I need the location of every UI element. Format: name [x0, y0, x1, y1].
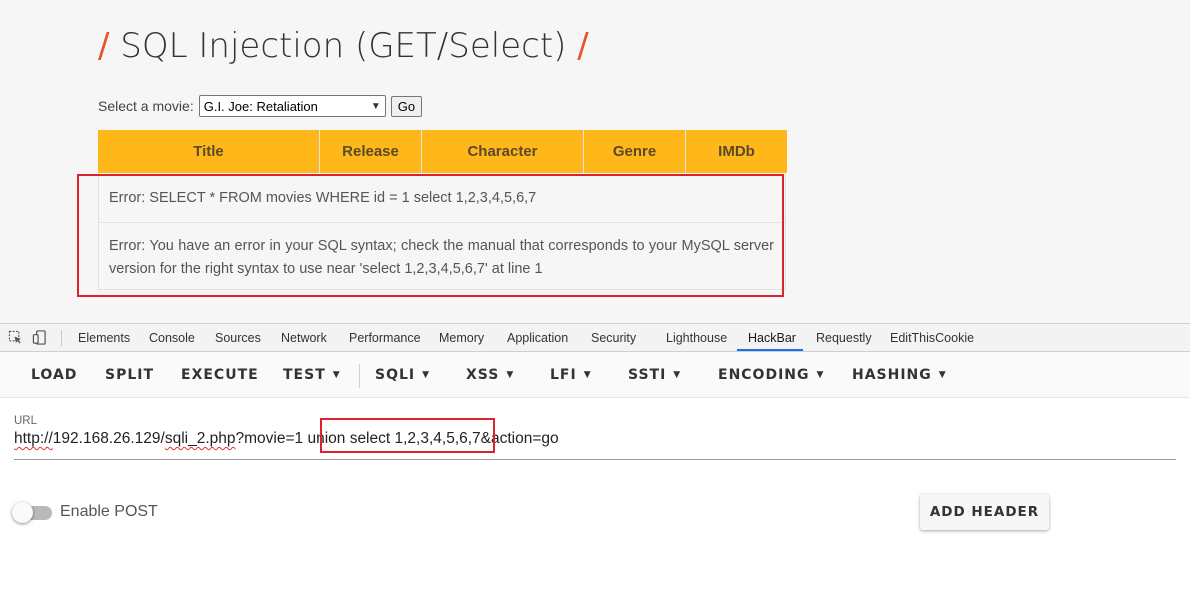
active-tab-indicator [737, 349, 803, 351]
test-label: TEST [283, 367, 326, 383]
table-header-row: Title Release Character Genre IMDb [98, 130, 787, 173]
column-header-character: Character [421, 130, 584, 173]
title-slash-right: / [577, 26, 589, 66]
tab-application[interactable]: Application [507, 331, 568, 345]
title-slash-left: / [98, 26, 110, 66]
error-message-syntax: Error: You have an error in your SQL syn… [109, 238, 774, 277]
load-button[interactable]: LOAD [31, 367, 77, 383]
url-label: URL [14, 415, 38, 427]
caret-down-icon: ▼ [583, 370, 592, 380]
devtools-separator [61, 330, 62, 346]
column-header-imdb: IMDb [685, 130, 787, 173]
encoding-label: ENCODING [718, 367, 810, 383]
tab-hackbar[interactable]: HackBar [748, 331, 796, 345]
column-header-title: Title [98, 130, 320, 173]
devtools-tabbar: Elements Console Sources Network Perform… [0, 323, 1190, 352]
select-label: Select a movie: [98, 98, 194, 114]
caret-down-icon: ▼ [332, 370, 341, 380]
tab-memory[interactable]: Memory [439, 331, 484, 345]
url-query: ?movie=1 union select 1,2,3,4,5,6,7&acti… [235, 430, 559, 447]
url-path: sqli_2.php [164, 430, 236, 447]
url-underline [14, 459, 1176, 460]
url-scheme: http:// [14, 430, 53, 447]
enable-post-label: Enable POST [60, 503, 158, 520]
xss-label: XSS [466, 367, 500, 383]
caret-down-icon: ▼ [422, 370, 431, 380]
inspect-element-icon[interactable] [8, 330, 23, 345]
tab-console[interactable]: Console [149, 331, 195, 345]
test-menu-button[interactable]: TEST ▼ [283, 367, 341, 383]
go-button[interactable]: Go [390, 95, 423, 117]
lfi-label: LFI [550, 367, 577, 383]
movies-table: Title Release Character Genre IMDb [98, 130, 787, 173]
url-host: 192.168.26.129/ [52, 430, 165, 447]
hashing-label: HASHING [852, 367, 932, 383]
url-input[interactable]: http://192.168.26.129/sqli_2.php?movie=1… [14, 430, 559, 448]
sqli-menu-button[interactable]: SQLI ▼ [375, 367, 430, 383]
add-header-button[interactable]: ADD HEADER [920, 494, 1049, 530]
web-page: / SQL Injection (GET/Select) / Select a … [0, 0, 1190, 323]
execute-button[interactable]: EXECUTE [181, 367, 259, 383]
movie-select-value: G.I. Joe: Retaliation [203, 98, 318, 114]
chevron-down-icon: ▼ [370, 100, 381, 112]
page-title: / SQL Injection (GET/Select) / [98, 26, 589, 76]
split-button[interactable]: SPLIT [105, 367, 154, 383]
error-message-query: Error: SELECT * FROM movies WHERE id = 1… [109, 190, 537, 206]
error-divider [99, 222, 785, 223]
tab-elements[interactable]: Elements [78, 331, 130, 345]
column-header-release: Release [319, 130, 422, 173]
page-title-text: SQL Injection (GET/Select) [120, 26, 567, 66]
hackbar-toolbar: LOAD SPLIT EXECUTE TEST ▼ SQLI ▼ XSS ▼ LFI ▼… [0, 352, 1190, 398]
column-header-genre: Genre [583, 130, 686, 173]
toolbar-separator [359, 364, 360, 388]
sqli-label: SQLI [375, 367, 416, 383]
encoding-menu-button[interactable]: ENCODING ▼ [718, 367, 824, 383]
caret-down-icon: ▼ [673, 370, 682, 380]
tab-network[interactable]: Network [281, 331, 327, 345]
caret-down-icon: ▼ [506, 370, 515, 380]
enable-post-toggle-knob[interactable] [12, 502, 33, 523]
error-output: Error: SELECT * FROM movies WHERE id = 1… [98, 174, 786, 290]
tab-performance[interactable]: Performance [349, 331, 421, 345]
tab-security[interactable]: Security [591, 331, 636, 345]
caret-down-icon: ▼ [938, 370, 947, 380]
movie-select-row: Select a movie: G.I. Joe: Retaliation ▼ … [98, 95, 423, 117]
tab-editthiscookie[interactable]: EditThisCookie [890, 331, 974, 345]
ssti-menu-button[interactable]: SSTI ▼ [628, 367, 681, 383]
caret-down-icon: ▼ [816, 370, 825, 380]
device-toolbar-icon[interactable] [32, 330, 47, 345]
hashing-menu-button[interactable]: HASHING ▼ [852, 367, 947, 383]
lfi-menu-button[interactable]: LFI ▼ [550, 367, 592, 383]
tab-requestly[interactable]: Requestly [816, 331, 872, 345]
tab-sources[interactable]: Sources [215, 331, 261, 345]
tab-lighthouse[interactable]: Lighthouse [666, 331, 727, 345]
ssti-label: SSTI [628, 367, 667, 383]
xss-menu-button[interactable]: XSS ▼ [466, 367, 514, 383]
movie-select[interactable]: G.I. Joe: Retaliation ▼ [198, 95, 386, 117]
